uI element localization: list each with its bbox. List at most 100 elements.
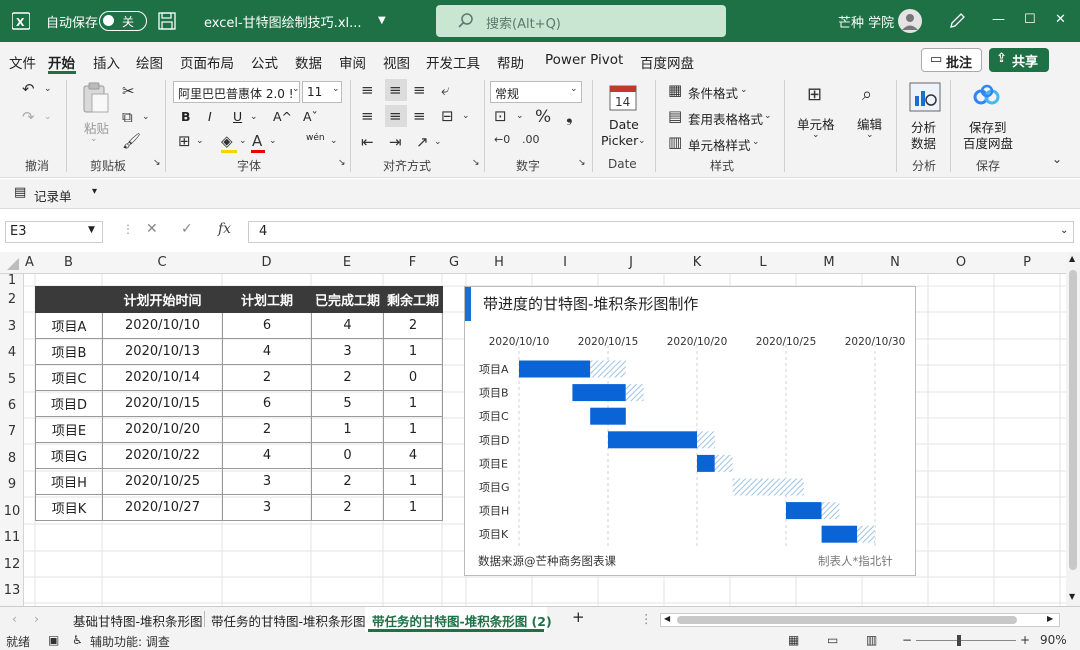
cut-icon[interactable]: ✂ bbox=[122, 82, 135, 100]
confirm-formula-icon[interactable]: ✓ bbox=[181, 221, 193, 237]
analyze-label-line2[interactable]: 数据 bbox=[911, 133, 936, 152]
table-cell[interactable]: 项目D bbox=[35, 390, 103, 417]
cell-style-dropdown-icon[interactable]: ⌄ bbox=[752, 137, 760, 147]
table-header-cell[interactable] bbox=[35, 286, 103, 313]
column-header[interactable]: G bbox=[442, 255, 466, 270]
gantt-chart[interactable]: 带进度的甘特图-堆积条形图制作 2020/10/10 2020/10/15 2020… bbox=[464, 286, 916, 576]
menu-home[interactable]: 开始 bbox=[48, 52, 75, 72]
redo-icon[interactable]: ↷ bbox=[22, 108, 35, 126]
horizontal-scrollbar[interactable]: ◀ ▶ bbox=[660, 613, 1060, 627]
table-cell[interactable]: 2 bbox=[222, 416, 312, 443]
percent-icon[interactable]: % bbox=[535, 107, 551, 127]
table-cell[interactable]: 1 bbox=[383, 416, 443, 443]
table-cell[interactable]: 2020/10/15 bbox=[102, 390, 223, 417]
column-header[interactable]: M bbox=[796, 255, 862, 270]
search-box[interactable]: 搜索(Alt+Q) bbox=[436, 5, 726, 37]
table-cell[interactable]: 2020/10/14 bbox=[102, 364, 223, 391]
menu-draw[interactable]: 绘图 bbox=[136, 52, 163, 72]
row-header[interactable]: 13 bbox=[0, 583, 24, 598]
formula-input[interactable]: 4 bbox=[248, 221, 1074, 243]
orientation-dropdown-icon[interactable]: ⌄ bbox=[434, 137, 442, 147]
font-launcher-icon[interactable]: ↘ bbox=[338, 158, 346, 168]
table-cell[interactable]: 2020/10/10 bbox=[102, 312, 223, 339]
name-box[interactable]: E3 ▼ bbox=[5, 221, 103, 243]
menu-help[interactable]: 帮助 bbox=[497, 52, 524, 72]
menu-page-layout[interactable]: 页面布局 bbox=[180, 52, 234, 72]
phonetic-button[interactable]: wén bbox=[306, 133, 325, 143]
table-format-dropdown-icon[interactable]: ⌄ bbox=[764, 111, 772, 121]
font-color-dropdown-icon[interactable]: ⌄ bbox=[269, 136, 277, 146]
column-header[interactable]: D bbox=[222, 255, 311, 270]
row-header[interactable]: 5 bbox=[0, 372, 24, 387]
vertical-scrollbar[interactable]: ▲ ▼ bbox=[1066, 252, 1080, 606]
table-cell[interactable]: 6 bbox=[222, 390, 312, 417]
conditional-format-dropdown-icon[interactable]: ⌄ bbox=[740, 85, 748, 95]
table-cell[interactable]: 项目G bbox=[35, 442, 103, 469]
cell-style-icon[interactable]: ▥ bbox=[668, 133, 682, 151]
decrease-decimal-icon[interactable]: .00 bbox=[522, 133, 540, 146]
currency-dropdown-icon[interactable]: ⌄ bbox=[516, 111, 524, 121]
table-cell[interactable]: 2020/10/27 bbox=[102, 494, 223, 521]
share-button[interactable]: ⇪ 共享 bbox=[989, 48, 1049, 72]
hscroll-right-icon[interactable]: ▶ bbox=[1047, 614, 1053, 623]
menu-baidu[interactable]: 百度网盘 bbox=[640, 52, 694, 72]
table-cell[interactable]: 2020/10/25 bbox=[102, 468, 223, 495]
baidu-cloud-icon[interactable] bbox=[972, 84, 1002, 108]
add-sheet-button[interactable]: + bbox=[572, 608, 585, 626]
redo-dropdown-icon[interactable]: ⌄ bbox=[44, 112, 52, 122]
column-header[interactable]: I bbox=[532, 255, 598, 270]
table-cell[interactable]: 6 bbox=[222, 312, 312, 339]
cancel-formula-icon[interactable]: ✕ bbox=[146, 221, 158, 237]
number-launcher-icon[interactable]: ↘ bbox=[578, 158, 586, 168]
merge-icon[interactable]: ⊟ bbox=[441, 107, 454, 125]
font-name-select[interactable]: 阿里巴巴普惠体 2.0 ! bbox=[173, 81, 300, 103]
tabs-more-icon[interactable]: ⋮ bbox=[640, 611, 653, 626]
hscroll-thumb[interactable] bbox=[677, 616, 1017, 624]
format-painter-icon[interactable]: 🖌 bbox=[122, 132, 141, 150]
tab-sheet[interactable]: 基础甘特图-堆积条形图 bbox=[73, 611, 203, 630]
page-layout-view-icon[interactable]: ▭ bbox=[827, 633, 838, 647]
row-header[interactable]: 10 bbox=[0, 504, 24, 519]
name-box-dropdown-icon[interactable]: ▼ bbox=[88, 225, 95, 235]
table-cell[interactable]: 1 bbox=[383, 468, 443, 495]
row-header[interactable]: 7 bbox=[0, 424, 24, 439]
indent-increase-icon[interactable]: ⇥ bbox=[389, 133, 402, 151]
table-header-cell[interactable]: 计划开始时间 bbox=[102, 286, 223, 313]
save-to-baidu-line2[interactable]: 百度网盘 bbox=[963, 133, 1013, 152]
comment-button[interactable]: ▭ 批注 bbox=[921, 48, 982, 72]
cells-icon[interactable]: ⊞ bbox=[807, 84, 822, 105]
ribbon-collapse-icon[interactable]: ⌄ bbox=[1052, 152, 1062, 166]
zoom-slider-thumb[interactable] bbox=[957, 635, 961, 646]
align-top-icon[interactable]: ≡ bbox=[361, 81, 374, 99]
table-cell[interactable]: 2020/10/20 bbox=[102, 416, 223, 443]
menu-data[interactable]: 数据 bbox=[295, 52, 322, 72]
table-cell[interactable]: 1 bbox=[383, 338, 443, 365]
fill-dropdown-icon[interactable]: ⌄ bbox=[239, 136, 247, 146]
column-header[interactable]: H bbox=[466, 255, 532, 270]
bold-button[interactable]: B bbox=[181, 109, 191, 124]
column-header[interactable]: F bbox=[383, 255, 442, 270]
undo-dropdown-icon[interactable]: ⌄ bbox=[44, 84, 52, 94]
column-header[interactable]: A bbox=[24, 255, 35, 270]
table-cell[interactable]: 项目C bbox=[35, 364, 103, 391]
align-middle-icon[interactable]: ≡ bbox=[389, 81, 402, 99]
row-header[interactable]: 11 bbox=[0, 530, 24, 545]
zoom-out-icon[interactable]: − bbox=[902, 633, 912, 647]
customize-quickbar-icon[interactable]: ▾ bbox=[92, 186, 97, 197]
align-center-icon[interactable]: ≡ bbox=[389, 107, 402, 125]
tab-sheet-active[interactable]: 带任务的甘特图-堆积条形图 (2) bbox=[372, 611, 552, 630]
formula-expand-icon[interactable]: ⌄ bbox=[1060, 225, 1068, 236]
accessibility-status[interactable]: 辅助功能: 调查 bbox=[90, 633, 170, 650]
menu-review[interactable]: 审阅 bbox=[339, 52, 366, 72]
copy-dropdown-icon[interactable]: ⌄ bbox=[142, 112, 150, 122]
analyze-data-icon[interactable] bbox=[909, 82, 941, 112]
table-cell[interactable]: 4 bbox=[222, 442, 312, 469]
date-picker-label-line2[interactable]: Picker bbox=[601, 133, 638, 148]
table-cell[interactable]: 项目A bbox=[35, 312, 103, 339]
row-header[interactable]: 4 bbox=[0, 345, 24, 360]
tab-scroll-left-icon[interactable]: ‹ bbox=[12, 611, 17, 626]
table-cell[interactable]: 1 bbox=[311, 416, 384, 443]
menu-power-pivot[interactable]: Power Pivot bbox=[545, 52, 623, 68]
shrink-font-button[interactable]: Aˇ bbox=[303, 109, 318, 124]
filename-dropdown-icon[interactable]: ▼ bbox=[378, 15, 386, 26]
